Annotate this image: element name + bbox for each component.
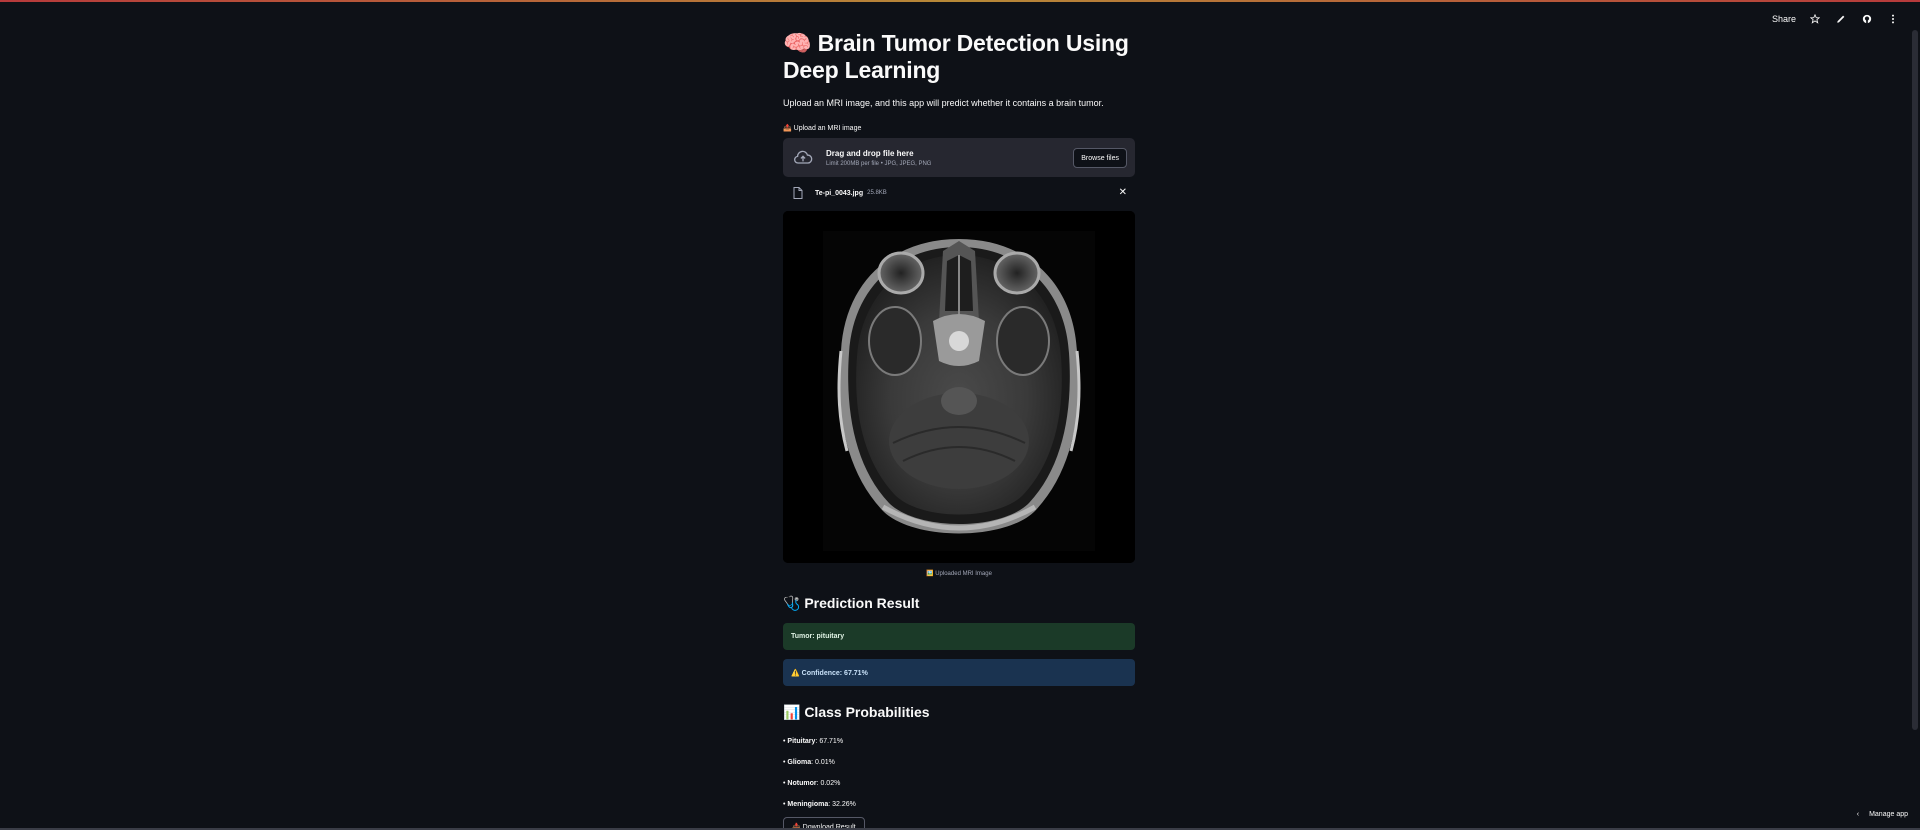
class-name: Pituitary [787, 738, 816, 745]
list-item: • Meningioma: 32.26% [783, 801, 856, 808]
more-icon[interactable] [1886, 12, 1900, 26]
close-icon[interactable]: ✕ [1119, 187, 1127, 198]
probability-list: • Pituitary: 67.71% • Glioma: 0.01% • No… [783, 731, 1135, 815]
cloud-upload-icon [794, 150, 813, 164]
class-value: 0.01% [815, 759, 835, 766]
header-toolbar: Share [1772, 12, 1900, 26]
page-subtitle: Upload an MRI image, and this app will p… [783, 98, 1104, 108]
class-value: 67.71% [819, 738, 844, 745]
class-value: 0.02% [820, 780, 841, 787]
main-content: 🧠 Brain Tumor Detection Using Deep Learn… [783, 30, 1135, 830]
probabilities-heading: 📊 Class Probabilities [783, 704, 930, 720]
image-caption: 🖼️ Uploaded MRI Image [926, 571, 992, 577]
file-size: 25.8KB [867, 190, 887, 196]
uploaded-file-row: Te-pi_0043.jpg 25.8KB ✕ [783, 183, 1135, 203]
file-icon [793, 187, 803, 199]
class-name: Meningioma [787, 801, 829, 808]
star-icon[interactable] [1808, 12, 1822, 26]
file-name: Te-pi_0043.jpg [815, 189, 864, 197]
dropzone-instruction: Drag and drop file here [826, 148, 914, 158]
top-decoration-bar [0, 0, 1920, 2]
edit-icon[interactable] [1834, 12, 1848, 26]
chevron-left-icon: ‹ [1856, 811, 1860, 818]
tumor-result-alert: Tumor: pituitary [783, 623, 1135, 650]
list-item: • Pituitary: 67.71% [783, 738, 844, 745]
mri-image [783, 211, 1135, 563]
upload-label: 📤 Upload an MRI image [783, 125, 862, 132]
dropzone-limit: Limit 200MB per file • JPG, JPEG, PNG [826, 160, 932, 167]
page-title: 🧠 Brain Tumor Detection Using Deep Learn… [783, 30, 1129, 83]
manage-app-button[interactable]: ‹ Manage app [1857, 811, 1908, 818]
browse-files-button[interactable]: Browse files [1073, 148, 1127, 168]
page-scrollbar[interactable] [1912, 30, 1918, 730]
confidence-alert: ⚠️ Confidence: 67.71% [783, 659, 1135, 686]
file-dropzone[interactable]: Drag and drop file here Limit 200MB per … [783, 138, 1135, 177]
share-button[interactable]: Share [1772, 12, 1796, 26]
class-name: Notumor [787, 780, 817, 787]
github-icon[interactable] [1860, 12, 1874, 26]
manage-app-label: Manage app [1869, 811, 1908, 818]
list-item: • Notumor: 0.02% [783, 780, 841, 787]
list-item: • Glioma: 0.01% [783, 759, 835, 766]
class-value: 32.26% [832, 801, 856, 808]
class-name: Glioma [787, 759, 812, 766]
prediction-heading: 🩺 Prediction Result [783, 595, 920, 611]
